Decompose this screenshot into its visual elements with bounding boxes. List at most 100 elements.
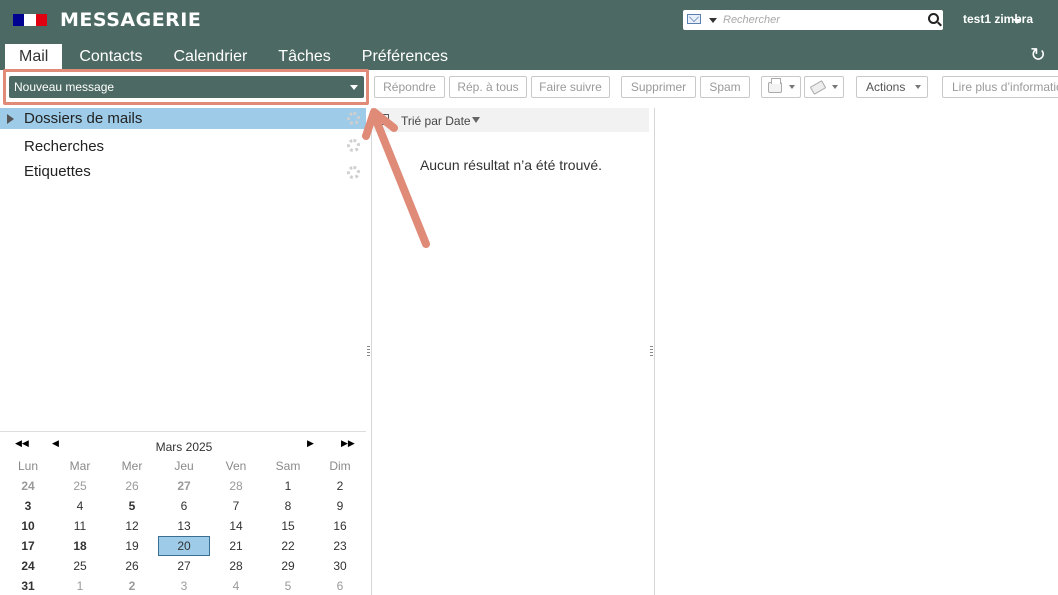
tag-icon	[809, 80, 827, 95]
calendar-day[interactable]: 4	[210, 576, 262, 595]
app-title: MESSAGERIE	[60, 9, 202, 31]
tab-tasks[interactable]: Tâches	[264, 44, 344, 70]
tags-gear-icon[interactable]	[347, 166, 360, 179]
app-tabs: Mail Contacts Calendrier Tâches Préféren…	[5, 44, 465, 70]
new-message-button[interactable]: Nouveau message	[9, 76, 364, 98]
search-mail-icon[interactable]	[687, 14, 701, 24]
calendar-day[interactable]: 30	[314, 556, 366, 576]
search-type-chevron-down-icon[interactable]	[709, 18, 717, 23]
calendar-day[interactable]: 29	[262, 556, 314, 576]
read-more-button[interactable]: Lire plus d’information	[942, 76, 1058, 98]
user-menu-chevron-down-icon[interactable]	[1013, 19, 1021, 24]
tab-contacts[interactable]: Contacts	[65, 44, 156, 70]
calendar-day[interactable]: 7	[210, 496, 262, 516]
calendar-day[interactable]: 6	[314, 576, 366, 595]
calendar-day[interactable]: 14	[210, 516, 262, 536]
calendar-day-selected[interactable]: 20	[158, 536, 210, 556]
calendar-day[interactable]: 12	[106, 516, 158, 536]
sort-direction-icon[interactable]	[472, 117, 480, 123]
weekday-wed: Mer	[121, 459, 143, 473]
calendar-day[interactable]: 2	[106, 576, 158, 595]
reply-button[interactable]: Répondre	[374, 76, 445, 98]
weekday-sat: Sam	[275, 459, 301, 473]
prev-month-icon[interactable]: ◀	[52, 438, 59, 449]
calendar-day[interactable]: 19	[106, 536, 158, 556]
tag-chevron-down-icon	[832, 85, 838, 89]
right-splitter-grip-icon[interactable]	[650, 346, 653, 358]
delete-button[interactable]: Supprimer	[621, 76, 696, 98]
sort-by-date-label[interactable]: Trié par Date	[401, 114, 471, 128]
next-year-icon[interactable]: ▶▶	[341, 438, 355, 449]
calendar-day[interactable]: 28	[210, 556, 262, 576]
calendar-day[interactable]: 11	[54, 516, 106, 536]
new-message-chevron-down-icon[interactable]	[350, 85, 358, 90]
tab-mail[interactable]: Mail	[5, 44, 63, 70]
actions-chevron-down-icon	[915, 85, 921, 89]
user-menu[interactable]: test1 zimbra	[963, 12, 1033, 26]
calendar-week-row: 24 25 26 27 28 29 30	[2, 556, 366, 576]
expand-triangle-icon[interactable]	[7, 114, 14, 124]
tag-button[interactable]	[804, 76, 844, 98]
calendar-day[interactable]: 18	[54, 536, 106, 556]
calendar-day[interactable]: 16	[314, 516, 366, 536]
calendar-weekday-row: Lun Mar Mer Jeu Ven Sam Dim	[2, 456, 366, 476]
reply-all-button[interactable]: Rép. à tous	[449, 76, 527, 98]
flag-blue-stripe	[13, 14, 25, 26]
mail-folders-label[interactable]: Dossiers de mails	[24, 110, 142, 127]
prev-year-icon[interactable]: ◀◀	[15, 438, 29, 449]
tags-label[interactable]: Etiquettes	[24, 163, 91, 180]
calendar-day[interactable]: 6	[158, 496, 210, 516]
next-month-icon[interactable]: ▶	[307, 438, 314, 449]
left-splitter[interactable]	[371, 108, 372, 595]
calendar-day[interactable]: 4	[54, 496, 106, 516]
right-splitter[interactable]	[654, 108, 655, 595]
calendar-day[interactable]: 13	[158, 516, 210, 536]
calendar-day[interactable]: 10	[2, 516, 54, 536]
tab-preferences[interactable]: Préférences	[348, 44, 462, 70]
calendar-month-title: Mars 2025	[155, 440, 213, 454]
calendar-day[interactable]: 25	[54, 476, 106, 496]
calendar-day[interactable]: 28	[210, 476, 262, 496]
french-flag-logo	[13, 14, 47, 26]
calendar-day[interactable]: 5	[106, 496, 158, 516]
calendar-day[interactable]: 27	[158, 476, 210, 496]
calendar-day[interactable]: 23	[314, 536, 366, 556]
print-chevron-down-icon	[789, 85, 795, 89]
calendar-day[interactable]: 26	[106, 556, 158, 576]
calendar-day[interactable]: 1	[54, 576, 106, 595]
left-splitter-grip-icon[interactable]	[367, 346, 370, 358]
calendar-day[interactable]: 22	[262, 536, 314, 556]
mail-folders-gear-icon[interactable]	[347, 112, 360, 125]
calendar-day[interactable]: 8	[262, 496, 314, 516]
calendar-day[interactable]: 24	[2, 556, 54, 576]
calendar-day[interactable]: 15	[262, 516, 314, 536]
tab-calendar[interactable]: Calendrier	[159, 44, 261, 70]
calendar-day[interactable]: 5	[262, 576, 314, 595]
searches-label[interactable]: Recherches	[24, 138, 104, 155]
calendar-day[interactable]: 17	[2, 536, 54, 556]
actions-button[interactable]: Actions	[856, 76, 928, 98]
calendar-day[interactable]: 3	[158, 576, 210, 595]
calendar-week-row: 24 25 26 27 28 1 2	[2, 476, 366, 496]
calendar-day[interactable]: 31	[2, 576, 54, 595]
calendar-day[interactable]: 1	[262, 476, 314, 496]
new-message-label: Nouveau message	[14, 80, 115, 94]
select-all-checkbox[interactable]	[380, 114, 389, 125]
print-button[interactable]	[761, 76, 801, 98]
search-icon[interactable]	[928, 13, 939, 24]
calendar-day[interactable]: 9	[314, 496, 366, 516]
calendar-day[interactable]: 27	[158, 556, 210, 576]
refresh-icon[interactable]: ↻	[1030, 46, 1046, 66]
calendar-week-row: 10 11 12 13 14 15 16	[2, 516, 366, 536]
calendar-day[interactable]: 3	[2, 496, 54, 516]
spam-button[interactable]: Spam	[700, 76, 750, 98]
calendar-day[interactable]: 24	[2, 476, 54, 496]
forward-button[interactable]: Faire suivre	[531, 76, 610, 98]
actions-label: Actions	[866, 80, 906, 94]
calendar-day[interactable]: 26	[106, 476, 158, 496]
calendar-day[interactable]: 2	[314, 476, 366, 496]
searches-gear-icon[interactable]	[347, 139, 360, 152]
search-input[interactable]	[723, 12, 918, 28]
calendar-day[interactable]: 25	[54, 556, 106, 576]
calendar-day[interactable]: 21	[210, 536, 262, 556]
